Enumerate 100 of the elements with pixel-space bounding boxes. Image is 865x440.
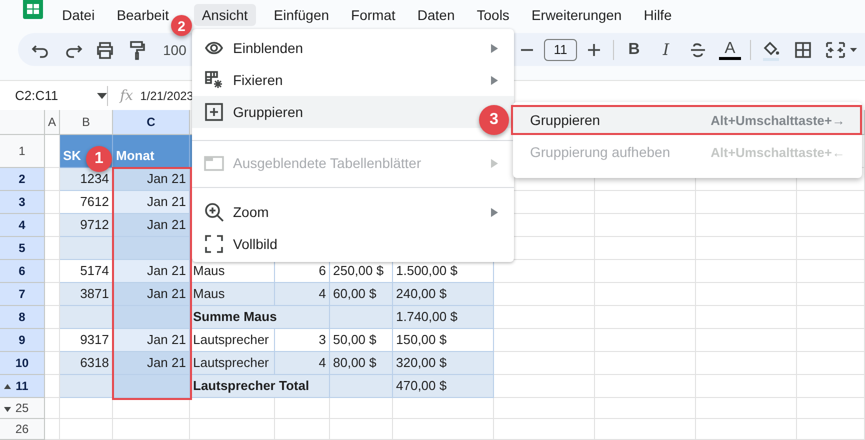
text-color-button[interactable]: A [719,40,741,60]
table-cell: Jan 21 [113,352,190,375]
shortcut-text: Alt+Umschalttaste+→ [710,112,845,128]
sheet-cell [797,375,865,398]
row-header[interactable]: 1 [0,135,45,168]
collapse-icon[interactable] [4,384,11,389]
window-icon [204,153,224,173]
table-cell: 150,00 $ [393,329,494,352]
zoom-select[interactable]: 100 [163,42,186,58]
sheet-cell [275,419,330,440]
zoom-in-icon [204,202,224,222]
table-cell: Jan 21 [113,283,190,306]
table-cell: Jan 21 [113,191,190,214]
menu-item[interactable]: Vollbild [192,228,514,260]
name-box[interactable]: C2:C11 [0,88,107,103]
row-number: 10 [15,356,29,370]
row-header[interactable]: 4 [0,214,45,237]
sheet-cell [330,419,393,440]
row-number: 6 [18,264,26,278]
table-cell: Jan 21 [113,168,190,191]
table-cell: 9712 [60,214,113,237]
plus-box-icon [204,102,224,122]
sheet-cell [330,398,393,419]
italic-button[interactable]: I [650,40,682,59]
row-number: 4 [18,218,26,232]
table-cell: 470,00 $ [393,375,494,398]
row-number: 11 [16,379,28,393]
row-header[interactable]: 6 [0,260,45,283]
table-cell: 250,00 $ [330,260,393,283]
row-number: 7 [18,287,26,301]
row-header[interactable]: 3 [0,191,45,214]
menu-item[interactable]: Hilfe [640,4,676,26]
table-cell: 6318 [60,352,113,375]
table-cell: 4 [275,283,330,306]
table-cell: 50,00 $ [330,329,393,352]
column-header[interactable]: A [45,110,60,135]
expand-icon[interactable] [4,407,11,412]
column-header[interactable]: C [113,110,190,135]
menu-item[interactable]: Zoom [192,196,514,228]
table-cell: 6 [275,260,330,283]
row-number: 9 [18,333,26,347]
row-number: 5 [18,241,26,255]
font-size-field[interactable]: 11 [544,38,577,60]
row-number: 2 [18,172,26,186]
table-cell: 1.500,00 $ [393,260,494,283]
row-header[interactable]: 7 [0,283,45,306]
table-cell: 4 [275,352,330,375]
menu-item[interactable]: Tools [472,4,514,26]
column-header[interactable]: B [60,110,113,135]
sheet-cell [797,398,865,419]
step-badge: 2 [171,15,192,36]
sheet-cell [797,191,865,214]
row-header[interactable]: 5 [0,237,45,260]
table-cell: Lautsprecher [190,352,275,375]
menu-item[interactable]: Bearbeit [112,4,173,26]
shortcut-text: Alt+Umschalttaste+← [710,144,845,160]
sheet-cell [60,419,113,440]
submenu-arrow-icon [491,158,498,168]
row-header[interactable]: 25 [0,398,45,419]
menu-item[interactable]: Fixieren [192,64,514,96]
table-cell: Jan 21 [113,260,190,283]
table-cell: Lautsprecher Total [190,375,330,398]
sheet-cell [275,398,330,419]
sheet-cell [797,237,865,260]
sheet-cell [797,352,865,375]
menu-item[interactable]: Ansicht [194,4,256,26]
row-header[interactable]: 9 [0,329,45,352]
menu-item[interactable]: Erweiterungen [527,4,626,26]
table-cell: 60,00 $ [330,283,393,306]
freeze-grid-icon [204,70,224,90]
table-cell: 1234 [60,168,113,191]
table-cell: Lautsprecher [190,329,275,352]
bold-button[interactable]: B [618,40,650,58]
function-label: fx [120,88,134,104]
table-cell: Summe Maus [190,306,330,329]
table-cell: Maus [190,283,275,306]
menu-item[interactable]: Daten [413,4,459,26]
row-number: 25 [15,401,29,415]
sheet-cell [797,329,865,352]
menu-item[interactable]: Datei [58,4,99,26]
row-header[interactable]: 11 [0,375,45,398]
submenu-arrow-icon [491,76,498,84]
row-header[interactable]: 26 [0,419,45,440]
row-number: 8 [18,310,26,324]
menu-item[interactable]: Einfügen [270,4,334,26]
row-header[interactable]: 2 [0,168,45,191]
menu-item[interactable]: Gruppieren Alt+Umschalttaste+→ [513,106,862,134]
submenu-arrow-icon [491,208,498,216]
sheet-cell [45,419,60,440]
sheet-cell [797,283,865,306]
menu-item[interactable]: Format [347,4,400,26]
fullscreen-icon [204,234,224,254]
formula-field[interactable]: 1/21/2023 [140,88,194,102]
sheet-cell [60,398,113,419]
row-header[interactable]: 10 [0,352,45,375]
row-header[interactable]: 8 [0,306,45,329]
menu-item[interactable]: Einblenden [192,32,514,64]
submenu-arrow-icon [491,44,498,52]
row-number: 26 [15,422,29,436]
sheet-cell [797,260,865,283]
